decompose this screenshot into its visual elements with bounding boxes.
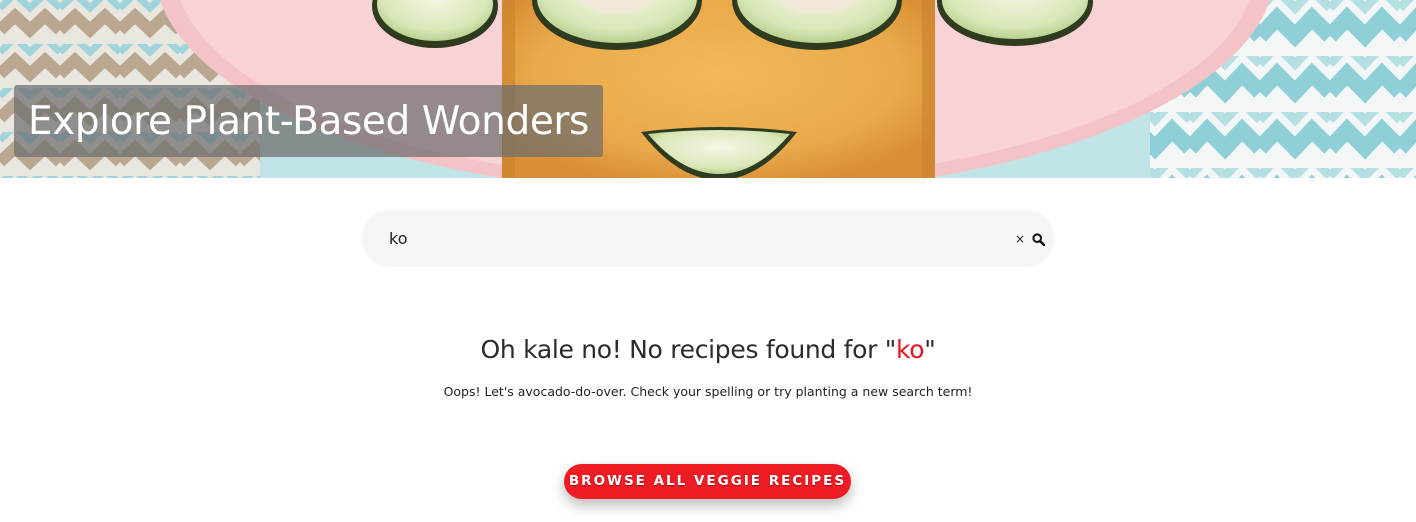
no-results-subtext: Oops! Let's avocado-do-over. Check your …	[443, 384, 973, 399]
search-term-highlight: ko	[895, 335, 925, 364]
hero-banner: Explore Plant-Based Wonders	[0, 0, 1416, 178]
no-results-heading-suffix: "	[924, 335, 936, 364]
hero-title-box: Explore Plant-Based Wonders	[14, 85, 603, 157]
no-results-heading: Oh kale no! No recipes found for "ko"	[0, 330, 1416, 370]
search-button[interactable]	[1028, 230, 1048, 248]
clear-search-button[interactable]: ×	[1013, 232, 1027, 246]
search-input[interactable]	[389, 218, 989, 259]
no-results-message: Oh kale no! No recipes found for "ko" Oo…	[0, 330, 1416, 401]
browse-all-recipes-button[interactable]: BROWSE ALL VEGGIE RECIPES	[564, 464, 851, 499]
search-bar: ×	[362, 210, 1054, 267]
page-title: Explore Plant-Based Wonders	[28, 98, 589, 144]
no-results-heading-prefix: Oh kale no! No recipes found for "	[480, 335, 897, 364]
close-icon: ×	[1014, 232, 1026, 246]
search-icon	[1031, 232, 1045, 246]
